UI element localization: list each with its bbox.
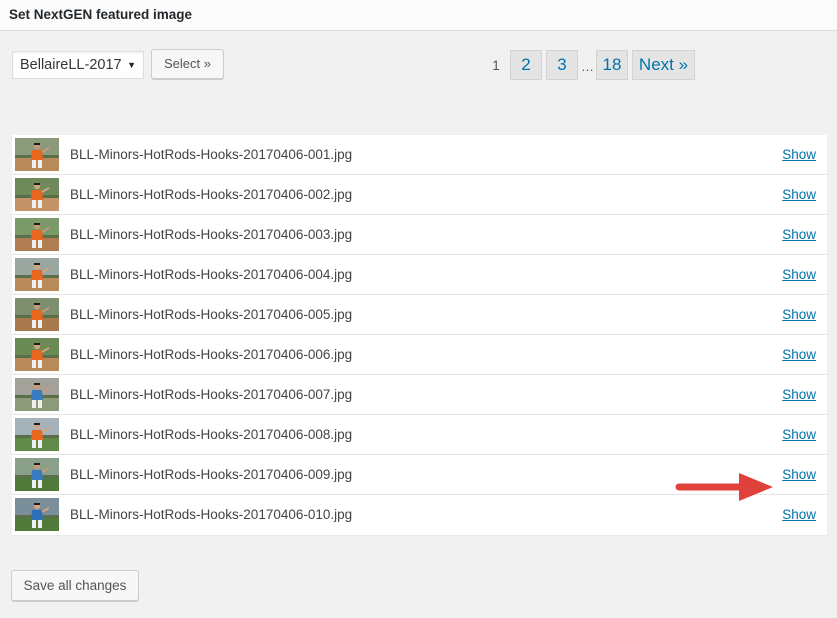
pagination-page-3[interactable]: 3 — [546, 50, 578, 80]
show-image-link[interactable]: Show — [782, 307, 816, 322]
save-all-changes-button[interactable]: Save all changes — [11, 570, 139, 601]
annotation-arrow-icon — [675, 473, 773, 501]
image-row: BLL-Minors-HotRods-Hooks-20170406-001.jp… — [12, 135, 827, 175]
show-image-link[interactable]: Show — [782, 147, 816, 162]
show-image-link[interactable]: Show — [782, 187, 816, 202]
image-filename: BLL-Minors-HotRods-Hooks-20170406-007.jp… — [70, 387, 353, 402]
pagination-next-button[interactable]: Next » — [632, 50, 695, 80]
image-row: BLL-Minors-HotRods-Hooks-20170406-008.jp… — [12, 415, 827, 455]
show-image-link[interactable]: Show — [782, 467, 816, 482]
image-filename: BLL-Minors-HotRods-Hooks-20170406-001.jp… — [70, 147, 353, 162]
show-image-link[interactable]: Show — [782, 507, 816, 522]
image-filename: BLL-Minors-HotRods-Hooks-20170406-004.jp… — [70, 267, 353, 282]
image-thumbnail — [15, 218, 59, 251]
image-filename: BLL-Minors-HotRods-Hooks-20170406-006.jp… — [70, 347, 353, 362]
image-thumbnail — [15, 298, 59, 331]
show-image-link[interactable]: Show — [782, 427, 816, 442]
image-thumbnail — [15, 138, 59, 171]
image-filename: BLL-Minors-HotRods-Hooks-20170406-008.jp… — [70, 427, 353, 442]
image-row: BLL-Minors-HotRods-Hooks-20170406-003.jp… — [12, 215, 827, 255]
pagination-page-2[interactable]: 2 — [510, 50, 542, 80]
pagination-ellipsis: … — [581, 59, 594, 74]
image-row: BLL-Minors-HotRods-Hooks-20170406-007.jp… — [12, 375, 827, 415]
gallery-dropdown[interactable]: BellaireLL-2017 ▼ — [12, 51, 144, 79]
image-filename: BLL-Minors-HotRods-Hooks-20170406-003.jp… — [70, 227, 353, 242]
image-thumbnail — [15, 458, 59, 491]
select-gallery-button[interactable]: Select » — [151, 49, 224, 79]
show-image-link[interactable]: Show — [782, 227, 816, 242]
pagination-current-page: 1 — [492, 58, 500, 73]
gallery-dropdown-value: BellaireLL-2017 — [20, 57, 122, 73]
image-thumbnail — [15, 258, 59, 291]
image-filename: BLL-Minors-HotRods-Hooks-20170406-010.jp… — [70, 507, 353, 522]
pagination-page-last[interactable]: 18 — [596, 50, 628, 80]
show-image-link[interactable]: Show — [782, 267, 816, 282]
dialog-title: Set NextGEN featured image — [9, 7, 193, 22]
image-filename: BLL-Minors-HotRods-Hooks-20170406-002.jp… — [70, 187, 353, 202]
show-image-link[interactable]: Show — [782, 387, 816, 402]
image-filename: BLL-Minors-HotRods-Hooks-20170406-005.jp… — [70, 307, 353, 322]
image-row: BLL-Minors-HotRods-Hooks-20170406-004.jp… — [12, 255, 827, 295]
image-row: BLL-Minors-HotRods-Hooks-20170406-002.jp… — [12, 175, 827, 215]
image-thumbnail — [15, 418, 59, 451]
image-thumbnail — [15, 378, 59, 411]
image-thumbnail — [15, 178, 59, 211]
dropdown-caret-icon: ▼ — [127, 60, 136, 70]
image-thumbnail — [15, 338, 59, 371]
dialog-title-bar: Set NextGEN featured image — [0, 0, 837, 31]
image-thumbnail — [15, 498, 59, 531]
image-row: BLL-Minors-HotRods-Hooks-20170406-005.jp… — [12, 295, 827, 335]
image-row: BLL-Minors-HotRods-Hooks-20170406-006.jp… — [12, 335, 827, 375]
image-filename: BLL-Minors-HotRods-Hooks-20170406-009.jp… — [70, 467, 353, 482]
show-image-link[interactable]: Show — [782, 347, 816, 362]
